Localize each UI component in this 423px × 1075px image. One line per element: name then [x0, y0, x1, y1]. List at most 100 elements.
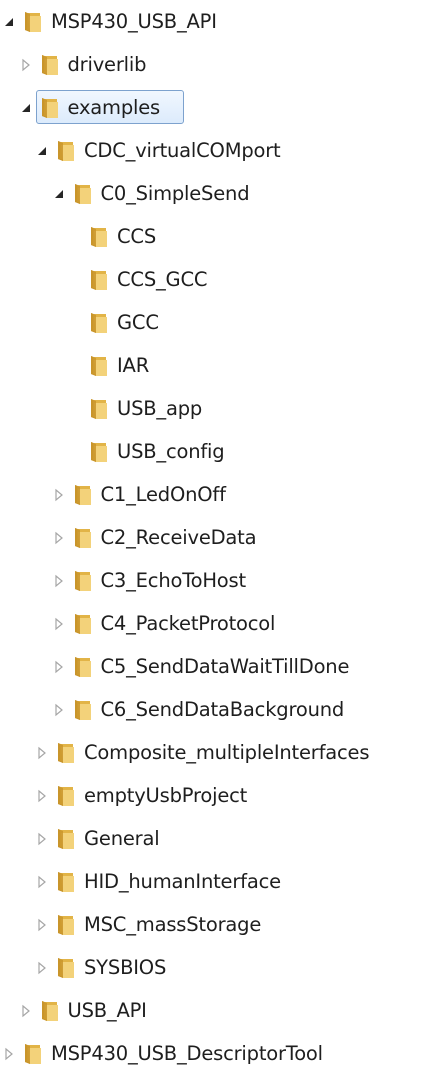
tree-item-label: MSP430_USB_API — [51, 9, 217, 33]
folder-tree: MSP430_USB_API driverlib examples CDC_virtu… — [0, 0, 423, 1072]
collapsed-arrow-icon[interactable] — [51, 702, 67, 718]
tree-item[interactable]: USB_API — [0, 989, 423, 1032]
tree-item[interactable]: C0_SimpleSend — [0, 172, 423, 215]
collapsed-arrow-icon[interactable] — [34, 874, 50, 890]
tree-item-label: USB_API — [67, 998, 147, 1022]
tree-item-label: emptyUsbProject — [84, 783, 248, 807]
tree-item[interactable]: emptyUsbProject — [0, 774, 423, 817]
collapsed-arrow-icon[interactable] — [18, 57, 34, 73]
collapsed-arrow-icon[interactable] — [34, 788, 50, 804]
folder-icon — [55, 913, 75, 937]
folder-icon — [72, 569, 92, 593]
folder-icon — [22, 1042, 42, 1066]
collapsed-arrow-icon[interactable] — [18, 1003, 34, 1019]
tree-item[interactable]: Composite_multipleInterfaces — [0, 731, 423, 774]
collapsed-arrow-icon[interactable] — [51, 616, 67, 632]
toggle-spacer — [67, 444, 83, 460]
folder-icon — [72, 483, 92, 507]
tree-item[interactable]: CDC_virtualCOMport — [0, 129, 423, 172]
tree-item-label: GCC — [117, 310, 159, 334]
tree-item[interactable]: C6_SendDataBackground — [0, 688, 423, 731]
folder-icon — [88, 225, 108, 249]
folder-icon — [88, 354, 108, 378]
expanded-arrow-icon[interactable] — [18, 100, 34, 116]
tree-item[interactable]: General — [0, 817, 423, 860]
collapsed-arrow-icon[interactable] — [1, 1046, 17, 1062]
folder-icon — [72, 655, 92, 679]
tree-item[interactable]: USB_app — [0, 387, 423, 430]
collapsed-arrow-icon[interactable] — [51, 659, 67, 675]
collapsed-arrow-icon[interactable] — [51, 530, 67, 546]
folder-icon — [55, 741, 75, 765]
folder-icon — [39, 53, 59, 77]
folder-icon — [55, 956, 75, 980]
tree-item-label: General — [84, 826, 160, 850]
folder-icon — [39, 96, 59, 120]
folder-icon — [88, 397, 108, 421]
tree-item[interactable]: HID_humanInterface — [0, 860, 423, 903]
tree-item[interactable]: CCS_GCC — [0, 258, 423, 301]
tree-item-label: CDC_virtualCOMport — [84, 138, 281, 162]
folder-icon — [22, 10, 42, 34]
tree-item-label: USB_app — [117, 396, 203, 420]
tree-item[interactable]: C2_ReceiveData — [0, 516, 423, 559]
tree-item[interactable]: MSC_massStorage — [0, 903, 423, 946]
folder-icon — [55, 139, 75, 163]
tree-item-label: CCS_GCC — [117, 267, 208, 291]
tree-item-label: C1_LedOnOff — [100, 482, 226, 506]
folder-icon — [88, 440, 108, 464]
tree-item-label: HID_humanInterface — [84, 869, 281, 893]
collapsed-arrow-icon[interactable] — [51, 487, 67, 503]
tree-item-label: driverlib — [67, 52, 147, 76]
folder-icon — [72, 612, 92, 636]
toggle-spacer — [67, 229, 83, 245]
folder-icon — [72, 526, 92, 550]
expanded-arrow-icon[interactable] — [51, 186, 67, 202]
expanded-arrow-icon[interactable] — [1, 14, 17, 30]
tree-item[interactable]: C4_PacketProtocol — [0, 602, 423, 645]
folder-icon — [72, 182, 92, 206]
tree-item-label: C3_EchoToHost — [100, 568, 247, 592]
tree-item-label: C4_PacketProtocol — [100, 611, 276, 635]
toggle-spacer — [67, 401, 83, 417]
tree-item-label: IAR — [117, 353, 150, 377]
folder-icon — [72, 698, 92, 722]
tree-item[interactable]: MSP430_USB_API — [0, 0, 423, 43]
tree-item-label: SYSBIOS — [84, 955, 167, 979]
folder-icon — [55, 870, 75, 894]
tree-item-label: examples — [67, 95, 161, 119]
toggle-spacer — [67, 358, 83, 374]
tree-item[interactable]: C5_SendDataWaitTillDone — [0, 645, 423, 688]
folder-icon — [39, 999, 59, 1023]
tree-item-label: CCS — [117, 224, 157, 248]
collapsed-arrow-icon[interactable] — [34, 917, 50, 933]
tree-item-label: MSC_massStorage — [84, 912, 262, 936]
tree-item[interactable]: GCC — [0, 301, 423, 344]
tree-item[interactable]: examples — [0, 86, 423, 129]
tree-item[interactable]: SYSBIOS — [0, 946, 423, 989]
folder-icon — [55, 827, 75, 851]
tree-item-label: C5_SendDataWaitTillDone — [100, 654, 350, 678]
expanded-arrow-icon[interactable] — [34, 143, 50, 159]
tree-item[interactable]: USB_config — [0, 430, 423, 473]
collapsed-arrow-icon[interactable] — [51, 573, 67, 589]
folder-icon — [88, 268, 108, 292]
tree-item-label: USB_config — [117, 439, 225, 463]
tree-item[interactable]: C1_LedOnOff — [0, 473, 423, 516]
tree-item-label: C2_ReceiveData — [100, 525, 257, 549]
tree-item[interactable]: C3_EchoToHost — [0, 559, 423, 602]
toggle-spacer — [67, 315, 83, 331]
tree-item[interactable]: CCS — [0, 215, 423, 258]
collapsed-arrow-icon[interactable] — [34, 745, 50, 761]
collapsed-arrow-icon[interactable] — [34, 831, 50, 847]
folder-icon — [55, 784, 75, 808]
tree-item[interactable]: driverlib — [0, 43, 423, 86]
toggle-spacer — [67, 272, 83, 288]
tree-item[interactable]: MSP430_USB_DescriptorTool — [0, 1032, 423, 1075]
tree-item-label: Composite_multipleInterfaces — [84, 740, 370, 764]
collapsed-arrow-icon[interactable] — [34, 960, 50, 976]
tree-item-label: C6_SendDataBackground — [100, 697, 345, 721]
folder-icon — [88, 311, 108, 335]
tree-item-label: MSP430_USB_DescriptorTool — [51, 1041, 323, 1065]
tree-item[interactable]: IAR — [0, 344, 423, 387]
